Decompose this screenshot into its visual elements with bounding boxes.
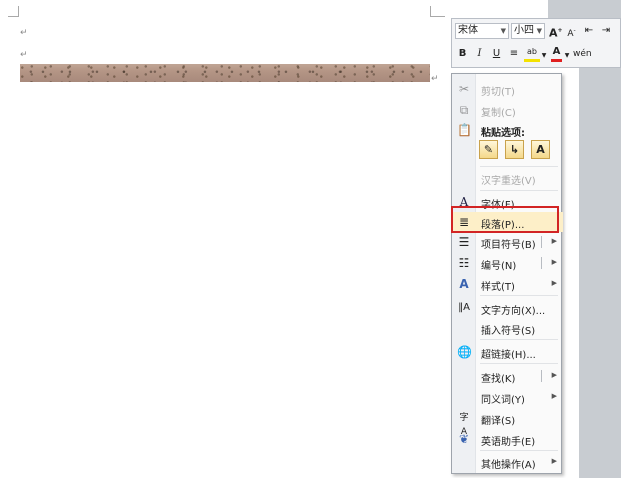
chevron-right-icon[interactable]: ▶ bbox=[552, 258, 557, 266]
chevron-right-icon: ▶ bbox=[551, 279, 557, 287]
keep-source-formatting-icon[interactable]: ✎ bbox=[479, 140, 498, 159]
paragraph-mark: ↵ bbox=[20, 28, 28, 38]
menu-item-paste-options: 📋 粘贴选项: bbox=[452, 120, 563, 140]
increase-indent-button[interactable]: ⇥ bbox=[599, 23, 613, 39]
menu-item-translate[interactable]: 字A 翻译(S) bbox=[452, 408, 563, 437]
menu-item-cut[interactable]: ✂ 剪切(T) bbox=[452, 79, 563, 99]
menu-item-synonyms[interactable]: 同义词(Y) ▶ bbox=[452, 387, 563, 407]
text-direction-icon: ‖A bbox=[458, 302, 470, 313]
menu-item-text-direction[interactable]: ‖A 文字方向(X)... bbox=[452, 298, 563, 318]
bullets-icon: ☰ bbox=[458, 235, 470, 249]
menu-item-reconvert[interactable]: 汉字重选(V) bbox=[452, 168, 563, 188]
menu-item-label: 英语助手(E) bbox=[481, 437, 536, 448]
menu-item-english-assistant[interactable]: ❦ 英语助手(E) bbox=[452, 429, 563, 449]
menu-item-styles[interactable]: A 样式(T) ▶ bbox=[452, 274, 563, 294]
shrink-font-button[interactable]: A- bbox=[565, 23, 578, 39]
font-size-select[interactable]: 小四 ▼ bbox=[511, 23, 545, 39]
margin-corner-top-left bbox=[8, 6, 19, 17]
italic-button[interactable]: I bbox=[474, 46, 485, 62]
menu-item-label: 汉字重选(V) bbox=[481, 176, 536, 187]
hyperlink-icon: 🌐 bbox=[457, 345, 472, 359]
margin-corner-top-right bbox=[430, 6, 445, 17]
chevron-right-icon: ▶ bbox=[551, 457, 557, 465]
menu-separator bbox=[480, 450, 558, 451]
font-color-button[interactable]: A bbox=[551, 46, 562, 62]
menu-item-label: 项目符号(B) bbox=[481, 240, 536, 251]
menu-item-hyperlink[interactable]: 🌐 超链接(H)... bbox=[452, 342, 563, 362]
menu-item-label: 插入符号(S) bbox=[481, 326, 536, 337]
chevron-down-icon: ▼ bbox=[536, 27, 542, 35]
menu-item-find[interactable]: 查找(K) ▶ bbox=[452, 366, 563, 386]
menu-item-label: 其他操作(A) bbox=[481, 460, 536, 471]
paste-options-row: ✎ ↳ A bbox=[479, 140, 559, 162]
chevron-right-icon[interactable]: ▶ bbox=[552, 237, 557, 245]
highlight-color-button[interactable]: ab bbox=[524, 46, 540, 62]
align-center-button[interactable]: ≡ bbox=[508, 46, 520, 62]
menu-separator bbox=[480, 190, 558, 191]
copy-icon: ⧉ bbox=[459, 103, 469, 117]
menu-item-label: 复制(C) bbox=[481, 108, 516, 119]
menu-item-label: 样式(T) bbox=[481, 282, 515, 293]
numbering-icon: ☷ bbox=[458, 256, 470, 270]
split-divider bbox=[541, 236, 542, 248]
menu-item-label: 剪切(T) bbox=[481, 87, 515, 98]
paragraph-mark: ↵ bbox=[431, 74, 439, 84]
font-size-value: 小四 bbox=[514, 25, 534, 36]
document-page[interactable]: ↵ ↵ ↵ bbox=[0, 0, 455, 478]
chevron-down-icon[interactable]: ▼ bbox=[541, 48, 547, 64]
keep-text-only-icon[interactable]: A bbox=[531, 140, 550, 159]
menu-item-label: 编号(N) bbox=[481, 261, 517, 272]
mini-toolbar: 宋体 ▼ 小四 ▼ A+ A- ⇤ ⇥ B I U ≡ ab ▼ A ▼ wén bbox=[451, 18, 621, 68]
window-background bbox=[579, 0, 621, 478]
menu-item-bullets[interactable]: ☰ 项目符号(B) ▶ bbox=[452, 232, 563, 252]
scissors-icon: ✂ bbox=[458, 82, 470, 96]
bold-button[interactable]: B bbox=[457, 46, 468, 62]
menu-separator bbox=[480, 339, 558, 340]
menu-separator bbox=[480, 295, 558, 296]
menu-item-insert-symbol[interactable]: 插入符号(S) bbox=[452, 318, 563, 338]
menu-item-label: 翻译(S) bbox=[481, 416, 516, 427]
menu-item-label: 同义词(Y) bbox=[481, 395, 525, 406]
underline-button[interactable]: U bbox=[491, 46, 502, 62]
styles-icon: A bbox=[459, 277, 469, 291]
decrease-indent-button[interactable]: ⇤ bbox=[582, 23, 596, 39]
english-assistant-icon: ❦ bbox=[458, 432, 470, 446]
chevron-right-icon: ▶ bbox=[551, 392, 557, 400]
chevron-right-icon[interactable]: ▶ bbox=[552, 371, 557, 379]
split-divider bbox=[541, 257, 542, 269]
font-name-value: 宋体 bbox=[458, 25, 478, 36]
menu-item-copy[interactable]: ⧉ 复制(C) bbox=[452, 100, 563, 120]
translate-icon: 字A bbox=[459, 413, 469, 437]
font-name-select[interactable]: 宋体 ▼ bbox=[455, 23, 509, 39]
clipboard-icon: 📋 bbox=[457, 123, 472, 137]
split-divider bbox=[541, 370, 542, 382]
menu-item-numbering[interactable]: ☷ 编号(N) ▶ bbox=[452, 253, 563, 273]
context-menu: ✂ 剪切(T) ⧉ 复制(C) 📋 粘贴选项: ✎ ↳ A 汉字重选(V) A … bbox=[451, 73, 563, 474]
menu-item-label: 超链接(H)... bbox=[481, 350, 536, 361]
inserted-image[interactable] bbox=[20, 64, 430, 82]
menu-item-label: 文字方向(X)... bbox=[481, 306, 546, 317]
menu-item-label: 粘贴选项: bbox=[481, 128, 525, 139]
menu-separator bbox=[480, 363, 558, 364]
grow-font-button[interactable]: A+ bbox=[549, 23, 563, 40]
menu-separator bbox=[480, 166, 558, 167]
phonetic-guide-button[interactable]: wén bbox=[573, 46, 592, 62]
menu-item-more-actions[interactable]: 其他操作(A) ▶ bbox=[452, 452, 563, 472]
merge-formatting-icon[interactable]: ↳ bbox=[505, 140, 524, 159]
annotation-highlight-box bbox=[451, 206, 559, 233]
chevron-down-icon: ▼ bbox=[500, 27, 506, 35]
paragraph-mark: ↵ bbox=[20, 50, 28, 60]
chevron-down-icon[interactable]: ▼ bbox=[564, 48, 570, 64]
menu-item-label: 查找(K) bbox=[481, 374, 516, 385]
